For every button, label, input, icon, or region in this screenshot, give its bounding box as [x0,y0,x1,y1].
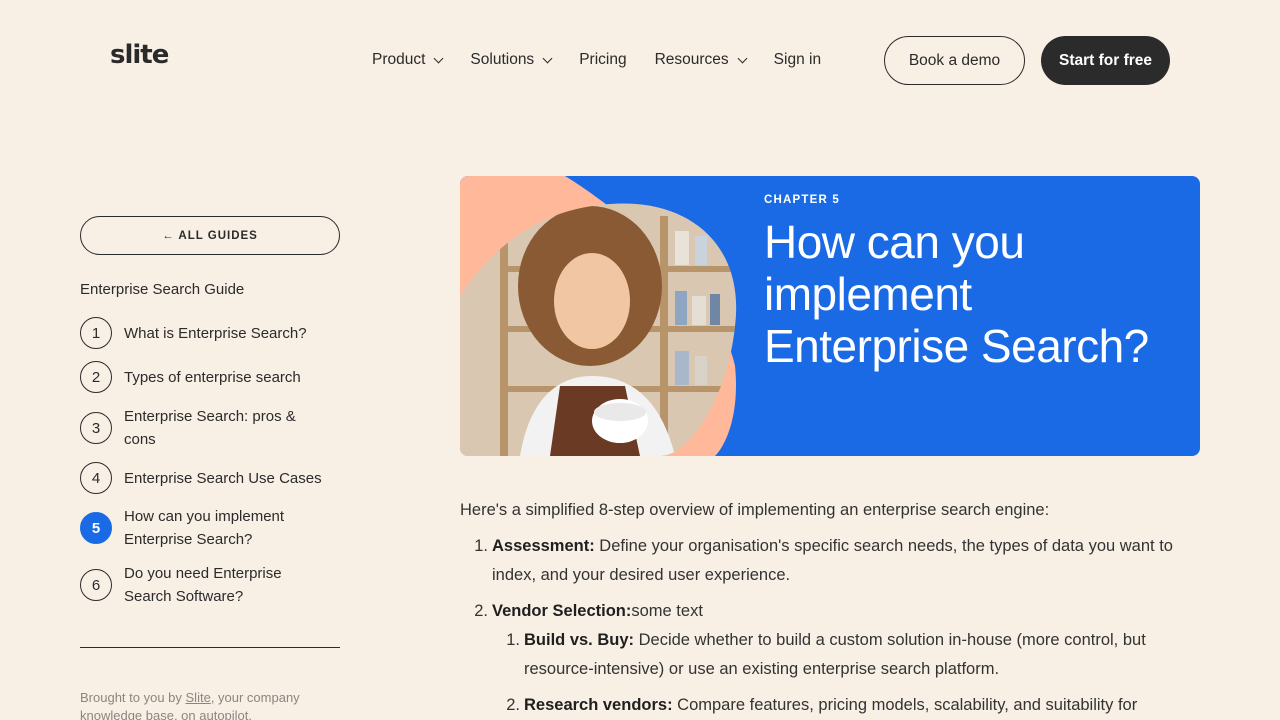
all-guides-button[interactable]: ← ALL GUIDES [80,216,340,255]
toc-item-4[interactable]: 4 Enterprise Search Use Cases [80,462,350,494]
toc-number: 3 [80,412,112,444]
toc-item-2[interactable]: 2 Types of enterprise search [80,361,350,393]
steps-list: 1. Assessment: Define your organisation'… [460,532,1200,720]
article-intro: Here's a simplified 8-step overview of i… [460,501,1050,519]
toc-item-5[interactable]: 5 How can you implement Enterprise Searc… [80,505,315,551]
list-item: 1. Assessment: Define your organisation'… [474,537,1173,584]
toc-number: 4 [80,462,112,494]
nav-pricing[interactable]: Pricing [579,51,626,69]
start-free-button[interactable]: Start for free [1041,36,1170,85]
book-demo-button[interactable]: Book a demo [884,36,1025,85]
toc-label: What is Enterprise Search? [124,324,307,342]
toc-item-6[interactable]: 6 Do you need Enterprise Search Software… [80,562,315,608]
toc-item-1[interactable]: 1 What is Enterprise Search? [80,317,350,349]
list-item: 1. Build vs. Buy: Decide whether to buil… [506,631,1146,678]
chevron-down-icon [542,53,553,63]
toc-label: Enterprise Search: pros & cons [124,408,296,448]
nav-resources[interactable]: Resources [655,51,748,69]
toc-label: Do you need Enterprise Search Software? [124,565,282,605]
toc-number: 2 [80,361,112,393]
chapter-label: CHAPTER 5 [764,194,840,206]
sidebar-divider [80,647,340,648]
page-title: How can you implement Enterprise Search? [764,216,1149,372]
main-nav: Product Solutions Pricing Resources Sign… [372,36,849,84]
chapter-hero-banner: CHAPTER 5 How can you implement Enterpri… [460,176,1200,456]
slite-link[interactable]: Slite [186,690,211,705]
toc-number: 1 [80,317,112,349]
article-body: Here's a simplified 8-step overview of i… [460,498,1200,720]
toc-item-3[interactable]: 3 Enterprise Search: pros & cons [80,405,330,451]
toc-label: How can you implement Enterprise Search? [124,508,285,548]
site-header: slite Product Solutions Pricing Resource… [0,0,1280,120]
brought-to-you-note: Brought to you by Slite, your company kn… [80,690,300,720]
nav-sign-in[interactable]: Sign in [774,51,821,69]
nav-solutions[interactable]: Solutions [470,51,553,69]
toc-label: Enterprise Search Use Cases [124,469,322,487]
chevron-down-icon [737,53,748,63]
slite-logo[interactable]: slite [110,40,169,70]
chevron-down-icon [433,53,444,63]
toc-number-active: 5 [80,512,112,544]
hero-illustration [460,176,737,456]
list-item: 2. Vendor Selection:some text [474,602,703,620]
toc-number: 6 [80,569,112,601]
substeps-list: 1. Build vs. Buy: Decide whether to buil… [460,626,1200,720]
list-item: 2. Research vendors: Compare features, p… [506,696,1138,714]
toc-label: Types of enterprise search [124,368,301,386]
nav-product[interactable]: Product [372,51,444,69]
guide-title: Enterprise Search Guide [80,281,245,298]
